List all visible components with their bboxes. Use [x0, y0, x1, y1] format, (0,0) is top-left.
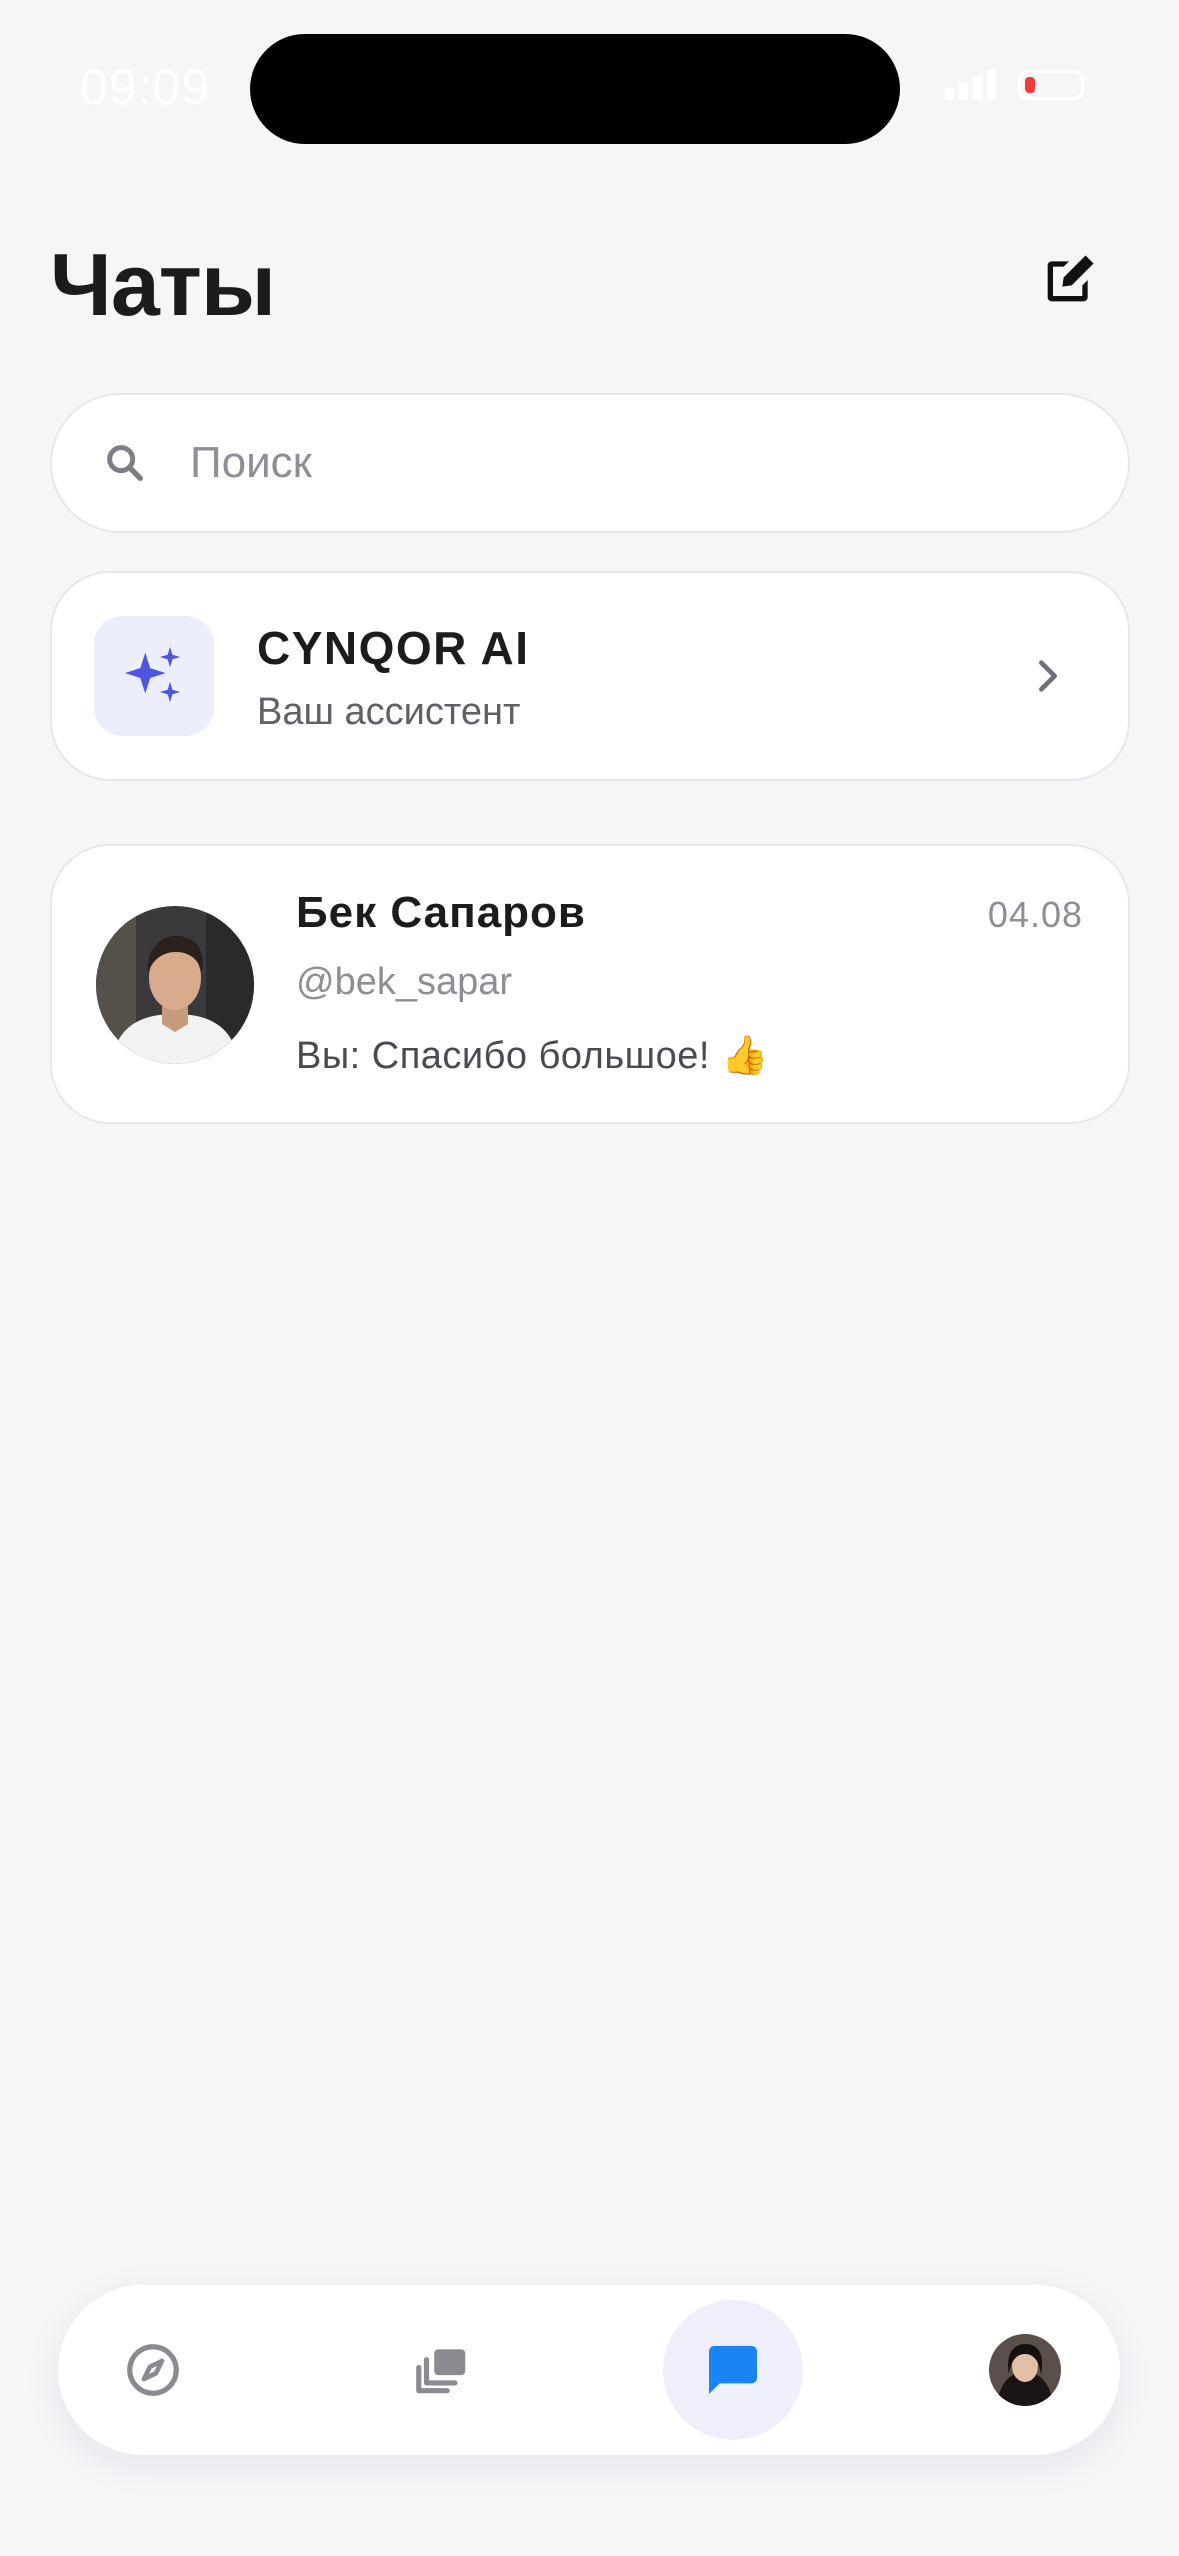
- chevron-right-icon: [1018, 646, 1078, 706]
- battery-icon: [1018, 70, 1084, 100]
- chat-contact-name: Бек Сапаров: [296, 888, 586, 937]
- compose-icon: [1047, 255, 1094, 302]
- nav-gallery[interactable]: [372, 2300, 512, 2440]
- user-avatar: [96, 906, 254, 1064]
- status-indicators: [945, 70, 1084, 100]
- signal-icon: [945, 70, 996, 100]
- search-input[interactable]: [188, 437, 1042, 489]
- bottom-nav: [58, 2285, 1120, 2455]
- chat-bubble-icon: [709, 2346, 757, 2394]
- nav-profile[interactable]: [955, 2300, 1095, 2440]
- profile-avatar: [989, 2334, 1061, 2406]
- chat-contact-handle: @bek_sapar: [296, 961, 513, 1003]
- assistant-subtitle: Ваш ассистент: [257, 691, 521, 733]
- dynamic-island: [250, 34, 900, 144]
- nav-explore[interactable]: [83, 2300, 223, 2440]
- compose-button[interactable]: [1029, 240, 1109, 320]
- status-time: 09:09: [80, 59, 211, 115]
- page-title: Чаты: [50, 235, 276, 334]
- assistant-card[interactable]: CYNQOR AI Ваш ассистент: [50, 571, 1130, 781]
- search-bar[interactable]: [50, 393, 1130, 533]
- nav-chats[interactable]: [663, 2300, 803, 2440]
- compass-icon: [127, 2344, 179, 2396]
- chat-last-message: Вы: Спасибо большое! 👍: [296, 1035, 769, 1077]
- search-icon: [100, 438, 150, 488]
- chat-date: 04.08: [987, 894, 1083, 935]
- chat-list-item[interactable]: Бек Сапаров 04.08 @bek_sapar Вы: Спасибо…: [50, 844, 1130, 1124]
- assistant-name: CYNQOR AI: [257, 622, 530, 674]
- sparkles-icon: [124, 646, 181, 703]
- assistant-icon-container: [94, 616, 214, 736]
- stack-icon: [416, 2349, 466, 2394]
